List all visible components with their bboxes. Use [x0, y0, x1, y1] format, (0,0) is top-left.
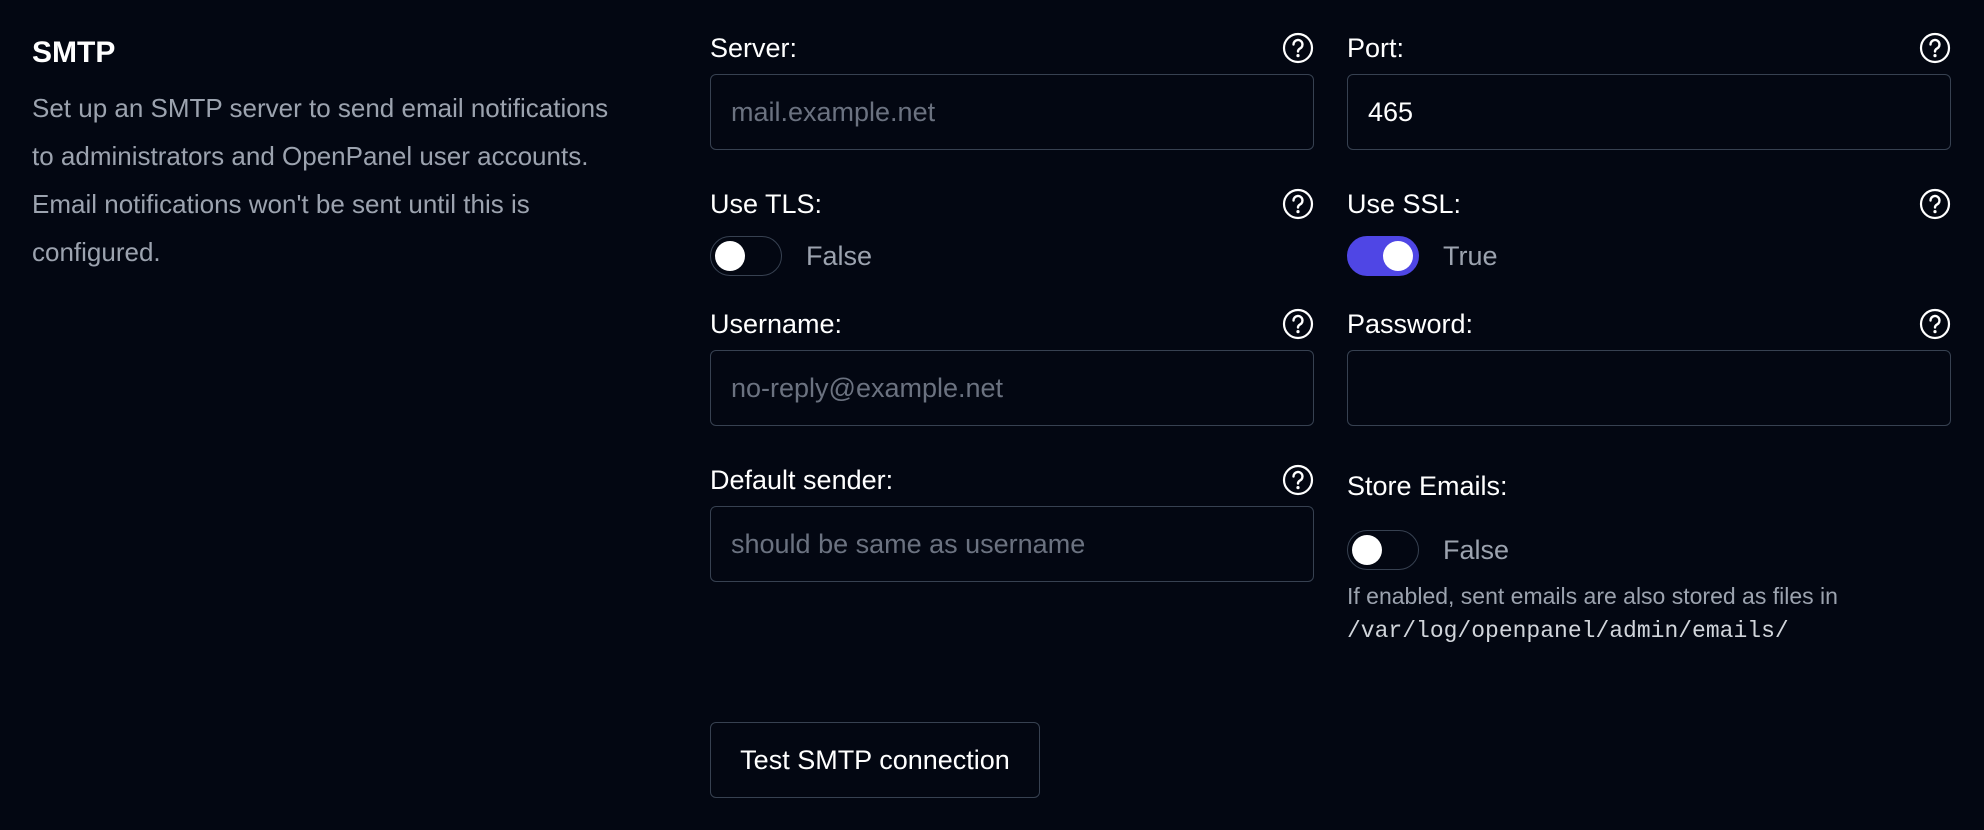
password-input[interactable] [1347, 350, 1951, 426]
use-tls-field: Use TLS: False [710, 186, 1314, 276]
password-label-row: Password: [1347, 306, 1951, 342]
store-emails-note-text: If enabled, sent emails are also stored … [1347, 583, 1838, 609]
store-emails-toggle-row: False [1347, 530, 1951, 570]
default-sender-input[interactable] [710, 506, 1314, 582]
store-emails-path: /var/log/openpanel/admin/emails/ [1347, 618, 1789, 644]
use-tls-label-row: Use TLS: [710, 186, 1314, 222]
smtp-settings-page: SMTP Set up an SMTP server to send email… [0, 0, 1984, 830]
default-sender-field: Default sender: [710, 462, 1314, 582]
use-tls-label: Use TLS: [710, 189, 823, 219]
help-icon[interactable] [1919, 32, 1951, 64]
use-tls-toggle-row: False [710, 236, 1314, 276]
default-sender-label: Default sender: [710, 465, 894, 495]
password-label: Password: [1347, 309, 1474, 339]
help-icon[interactable] [1282, 308, 1314, 340]
store-emails-label: Store Emails: [1347, 471, 1508, 501]
username-field: Username: [710, 306, 1314, 426]
store-emails-field: Store Emails: False If enabled, sent ema… [1347, 468, 1951, 648]
use-ssl-toggle[interactable] [1347, 236, 1419, 276]
port-label: Port: [1347, 33, 1405, 63]
help-icon[interactable] [1919, 188, 1951, 220]
help-icon[interactable] [1282, 188, 1314, 220]
use-tls-toggle[interactable] [710, 236, 782, 276]
use-ssl-field: Use SSL: True [1347, 186, 1951, 276]
port-label-row: Port: [1347, 30, 1951, 66]
port-input[interactable] [1347, 74, 1951, 150]
help-icon[interactable] [1919, 308, 1951, 340]
username-input[interactable] [710, 350, 1314, 426]
use-ssl-toggle-row: True [1347, 236, 1951, 276]
server-label-row: Server: [710, 30, 1314, 66]
help-icon[interactable] [1282, 32, 1314, 64]
username-label-row: Username: [710, 306, 1314, 342]
toggle-knob [1383, 241, 1413, 271]
password-field: Password: [1347, 306, 1951, 426]
section-description: Set up an SMTP server to send email noti… [32, 93, 609, 267]
username-label: Username: [710, 309, 843, 339]
server-field: Server: [710, 30, 1314, 150]
toggle-knob [1352, 535, 1382, 565]
toggle-knob [715, 241, 745, 271]
smtp-intro: SMTP Set up an SMTP server to send email… [32, 34, 612, 276]
test-smtp-connection-button[interactable]: Test SMTP connection [710, 722, 1040, 798]
default-sender-label-row: Default sender: [710, 462, 1314, 498]
store-emails-state: False [1443, 534, 1510, 565]
use-ssl-label: Use SSL: [1347, 189, 1462, 219]
use-tls-state: False [806, 240, 873, 271]
help-icon[interactable] [1282, 464, 1314, 496]
store-emails-toggle[interactable] [1347, 530, 1419, 570]
server-input[interactable] [710, 74, 1314, 150]
store-emails-note: If enabled, sent emails are also stored … [1347, 580, 1951, 648]
server-label: Server: [710, 33, 798, 63]
port-field: Port: [1347, 30, 1951, 150]
use-ssl-state: True [1443, 240, 1498, 271]
section-title: SMTP [32, 36, 116, 69]
use-ssl-label-row: Use SSL: [1347, 186, 1951, 222]
store-emails-label-row: Store Emails: [1347, 468, 1951, 504]
